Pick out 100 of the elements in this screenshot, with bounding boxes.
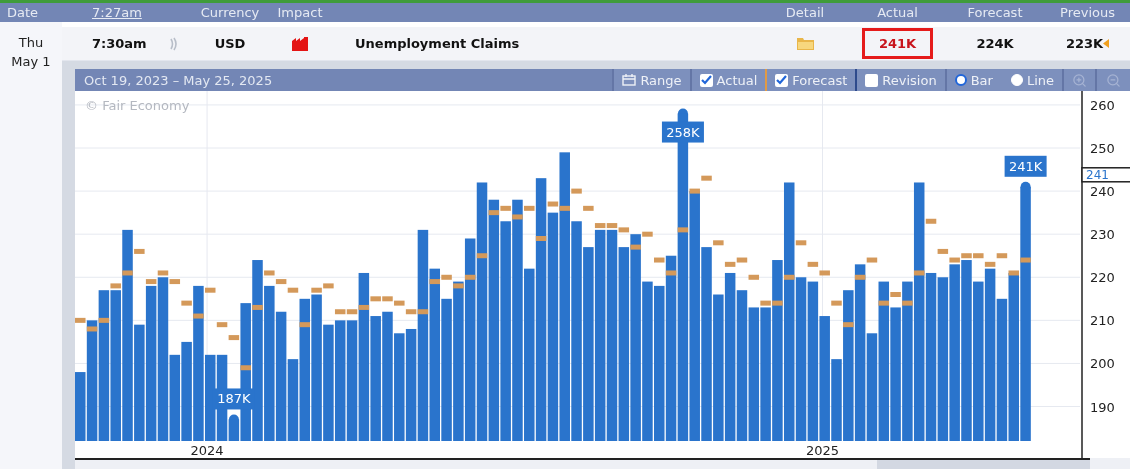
forecast-mark [890,292,901,297]
forecast-mark [193,313,204,319]
forecast-mark [275,279,287,285]
actual-value: 241K [861,28,934,59]
axis-label: 190 [1090,399,1115,415]
forecast-mark [110,283,121,289]
forecast-mark [476,253,488,259]
forecast-mark [819,270,830,276]
forecast-mark [122,270,133,276]
axis-label: 210 [1090,313,1115,329]
column-header: Forecast [967,5,1023,20]
event-title[interactable]: Unemployment Claims [355,36,520,51]
sound-icon [170,36,179,51]
value-callout: 187K [212,388,255,410]
forecast-mark [748,274,760,280]
annotation: 258K [666,124,701,140]
calendar-icon [622,74,637,86]
checkbox[interactable]: Revision [855,69,945,91]
forecast-mark [784,274,795,280]
forecast-mark [854,274,866,280]
navigator-window[interactable] [877,458,1090,469]
zoom-out-icon[interactable] [1095,69,1130,91]
axis-label: 240 [1090,184,1115,200]
checkbox[interactable]: Actual [689,69,766,91]
forecast-mark [134,248,145,254]
axis-label: 260 [1090,97,1115,113]
forecast-mark [464,274,476,280]
forecast-mark [169,279,181,285]
axis-label: 2025 [805,443,840,458]
axis-label: 230 [1090,227,1115,243]
current-value-label: 241 [1086,167,1109,182]
forecast-mark [807,261,819,267]
forecast-mark [535,236,547,241]
forecast-mark [157,270,169,276]
forecast-mark [98,317,110,323]
forecast-mark [145,279,157,285]
forecast-mark [181,300,192,306]
forecast-mark [524,205,535,211]
forecast-mark [795,240,807,246]
forecast-mark [937,248,949,254]
forecast-mark [630,244,641,250]
forecast-mark [453,283,464,289]
forecast-mark [713,240,724,246]
forecast-mark [654,257,665,263]
column-header: Detail [785,5,825,20]
column-header: Impact [277,5,323,20]
forecast-mark [252,304,263,310]
checkbox[interactable]: Forecast [765,69,856,91]
event-day: Thu [18,33,44,52]
event-currency: USD [214,36,246,51]
forecast-mark [583,205,594,211]
column-header: Actual [877,5,918,20]
triangle-icon[interactable] [1103,39,1110,48]
event-time: 7:30am [92,36,147,51]
chart-credit: © Fair Economy [85,98,190,113]
forecast-mark [831,300,842,306]
forecast-mark [216,322,228,328]
event-date: May 1 [11,53,51,71]
forecast-mark [1020,257,1031,263]
forecast-mark [228,335,240,341]
forecast-mark [701,175,712,181]
forecast-mark [843,322,854,328]
forecast-mark [240,365,251,371]
forecast-mark [299,322,310,328]
range-button[interactable]: Range [612,69,690,91]
forecast-mark [665,270,677,276]
axis-label: 250 [1090,141,1115,156]
column-header: Currency [200,5,260,20]
value-callout: 258K [661,121,704,143]
radio-button[interactable]: Line [1000,69,1062,91]
column-header: Date [7,5,39,20]
time-link[interactable]: 7:27am [92,5,142,20]
forecast-mark [287,287,299,293]
forecast-mark [866,257,878,263]
forecast-mark [512,214,523,220]
radio-button[interactable]: Bar [944,69,1001,91]
forecast-mark [75,317,86,323]
zoom-in-icon[interactable] [1062,69,1095,91]
forecast-mark [677,227,689,233]
forecast-mark [925,218,937,224]
forecast-mark [689,188,700,194]
factory-icon [292,36,308,51]
column-header: Previous [1060,5,1115,20]
check-icon [776,75,788,85]
forecast-mark [264,270,275,276]
forecast-mark [996,253,1008,259]
date-range: Oct 19, 2023 – May 25, 2025 [83,72,274,88]
forecast-mark [1008,270,1019,276]
annotation: 187K [217,391,252,407]
axis-label: 2024 [190,443,224,458]
check-icon [700,75,712,85]
value-callout: 241K [1004,155,1047,177]
folder-icon[interactable] [796,37,814,50]
axis-label: 220 [1090,270,1115,286]
forecast-mark [913,270,925,276]
forecast-mark [205,287,216,293]
previous-value: 223K [1065,36,1104,51]
forecast-mark [902,300,913,306]
forecast-value: 224K [976,36,1014,51]
forecast-mark [642,231,653,237]
